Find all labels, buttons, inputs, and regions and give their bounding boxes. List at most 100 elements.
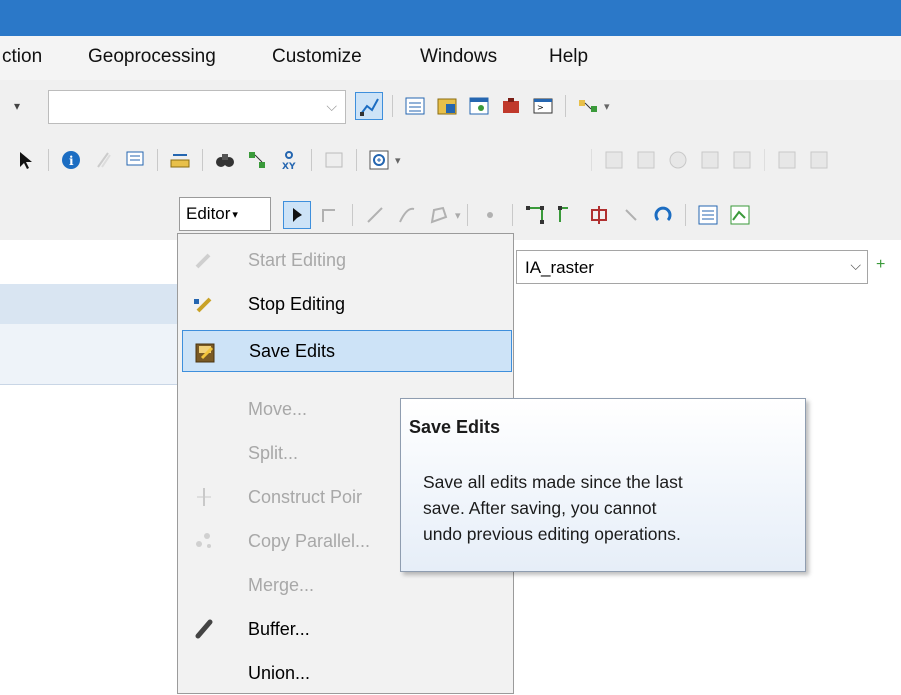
straight-segment-icon[interactable] xyxy=(362,202,388,228)
standard-toolbar-row: ▾ xyxy=(0,88,28,124)
tooltip-body: Save all edits made since the last save.… xyxy=(423,469,803,547)
toolbar-separator xyxy=(466,204,468,226)
menu-item-start-editing[interactable]: Start Editing xyxy=(178,238,513,282)
toc-header-strip xyxy=(0,284,178,324)
toolbar-separator xyxy=(764,149,765,171)
magnifier-window-icon[interactable] xyxy=(366,147,392,173)
standard-toolbar-icons: > ▾ xyxy=(352,88,610,124)
reshape-feature-icon[interactable] xyxy=(554,202,580,228)
toolbar-separator xyxy=(352,204,353,226)
time-slider-icon[interactable] xyxy=(321,147,347,173)
cut-polygons-icon[interactable] xyxy=(586,202,612,228)
layout-grid-icon[interactable] xyxy=(774,147,800,173)
save-edits-icon xyxy=(191,341,219,365)
rotate-icon[interactable] xyxy=(650,202,676,228)
copy-parallel-icon xyxy=(190,529,218,553)
arctoolbox-icon[interactable] xyxy=(498,93,524,119)
menu-item-windows[interactable]: Windows xyxy=(420,46,497,68)
hyperlink-icon[interactable] xyxy=(90,147,116,173)
toolbar-separator xyxy=(157,149,158,171)
menu-item-stop-editing[interactable]: Stop Editing xyxy=(178,282,513,326)
tools-toolbar-row: i XY ▾ xyxy=(10,142,401,178)
buffer-icon xyxy=(190,617,218,641)
save-edits-tooltip: Save Edits Save all edits made since the… xyxy=(400,398,806,572)
toolbar-separator xyxy=(202,149,203,171)
stop-pencil-icon xyxy=(190,292,218,316)
target-layer-combo[interactable]: IA_raster ⌵ xyxy=(516,250,868,284)
menu-bar: ction Geoprocessing Customize Windows He… xyxy=(0,36,901,80)
zoom-in-icon[interactable] xyxy=(601,147,627,173)
menu-item-geoprocessing[interactable]: Geoprocessing xyxy=(88,46,216,68)
chevron-down-icon: ⌵ xyxy=(850,257,861,273)
sketch-properties-icon[interactable] xyxy=(727,202,753,228)
menu-item-label: Construct Poir xyxy=(248,486,363,507)
toolbar-separator xyxy=(591,149,592,171)
scale-combo[interactable]: ⌵ xyxy=(48,90,346,124)
editor-menu-label: Editor xyxy=(186,204,231,223)
find-icon[interactable] xyxy=(212,147,238,173)
go-to-xy-icon[interactable]: XY xyxy=(276,147,302,173)
chevron-down-icon[interactable]: ▾ xyxy=(455,209,461,222)
window-titlebar xyxy=(0,0,901,36)
zoom-whole-page-icon[interactable] xyxy=(729,147,755,173)
target-layer-value: IA_raster xyxy=(525,258,594,277)
menu-item-save-edits[interactable]: Save Edits xyxy=(182,330,512,372)
end-point-arc-icon[interactable] xyxy=(394,202,420,228)
toolbar-separator xyxy=(684,204,686,226)
modelbuilder-icon[interactable] xyxy=(575,93,601,119)
toolbar-separator xyxy=(565,95,566,117)
zoom-out-icon[interactable] xyxy=(633,147,659,173)
html-popup-icon[interactable] xyxy=(122,147,148,173)
attributes-icon[interactable] xyxy=(695,202,721,228)
construct-points-icon xyxy=(190,485,218,509)
tooltip-line: undo previous editing operations. xyxy=(423,524,681,544)
measure-icon[interactable] xyxy=(167,147,193,173)
menu-item-help[interactable]: Help xyxy=(549,46,588,68)
menu-item-label: Buffer... xyxy=(248,618,310,639)
menu-item-label: Save Edits xyxy=(249,340,336,361)
identify-icon[interactable]: i xyxy=(58,147,84,173)
chevron-down-icon: ⌵ xyxy=(326,98,337,114)
menu-item-selection[interactable]: ction xyxy=(2,46,42,68)
menu-item-label: Start Editing xyxy=(248,249,347,270)
python-window-icon[interactable]: > xyxy=(530,93,556,119)
tooltip-title: Save Edits xyxy=(409,417,501,437)
editor-toolbar-row: ▾ xyxy=(280,197,756,233)
split-tool-icon[interactable] xyxy=(618,202,644,228)
editor-menu-button[interactable]: Editor ▾ xyxy=(179,197,271,231)
pan-icon[interactable] xyxy=(665,147,691,173)
scale-dropdown-arrow[interactable]: ▾ xyxy=(14,99,20,113)
svg-text:i: i xyxy=(69,154,74,168)
edit-vertices-icon[interactable] xyxy=(522,202,548,228)
editor-toolbar-icon[interactable] xyxy=(355,92,383,120)
find-route-icon[interactable] xyxy=(244,147,270,173)
toolbar-separator xyxy=(511,204,513,226)
trace-icon[interactable] xyxy=(426,202,452,228)
toolbar-separator xyxy=(311,149,312,171)
search-window-icon[interactable] xyxy=(466,93,492,119)
table-of-contents-icon[interactable] xyxy=(402,93,428,119)
svg-text:XY: XY xyxy=(282,162,296,171)
disabled-toolbar-row xyxy=(585,142,835,178)
pencil-icon xyxy=(190,248,218,272)
chevron-down-icon: ▾ xyxy=(232,208,238,221)
menu-item-customize[interactable]: Customize xyxy=(272,46,362,68)
edit-tool-icon[interactable] xyxy=(283,201,311,229)
catalog-icon[interactable] xyxy=(434,93,460,119)
menu-item-union[interactable]: Union... xyxy=(178,651,513,695)
menu-item-label: Stop Editing xyxy=(248,293,346,314)
edit-annotation-icon[interactable] xyxy=(317,202,343,228)
toolbar-overflow-icon[interactable]: ▾ xyxy=(604,100,610,113)
point-icon[interactable] xyxy=(477,202,503,228)
layout-extra-icon[interactable] xyxy=(806,147,832,173)
select-elements-icon[interactable] xyxy=(13,147,39,173)
create-features-icon[interactable]: + xyxy=(876,256,885,274)
toc-layer-row[interactable] xyxy=(0,324,178,385)
tooltip-line: Save all edits made since the last xyxy=(423,472,683,492)
full-extent-icon[interactable] xyxy=(697,147,723,173)
menu-item-label: Move... xyxy=(248,398,308,419)
menu-item-buffer[interactable]: Buffer... xyxy=(178,607,513,651)
toolbar-overflow-icon[interactable]: ▾ xyxy=(395,154,401,167)
toolbar-separator xyxy=(48,149,49,171)
toolbar-separator xyxy=(392,95,393,117)
